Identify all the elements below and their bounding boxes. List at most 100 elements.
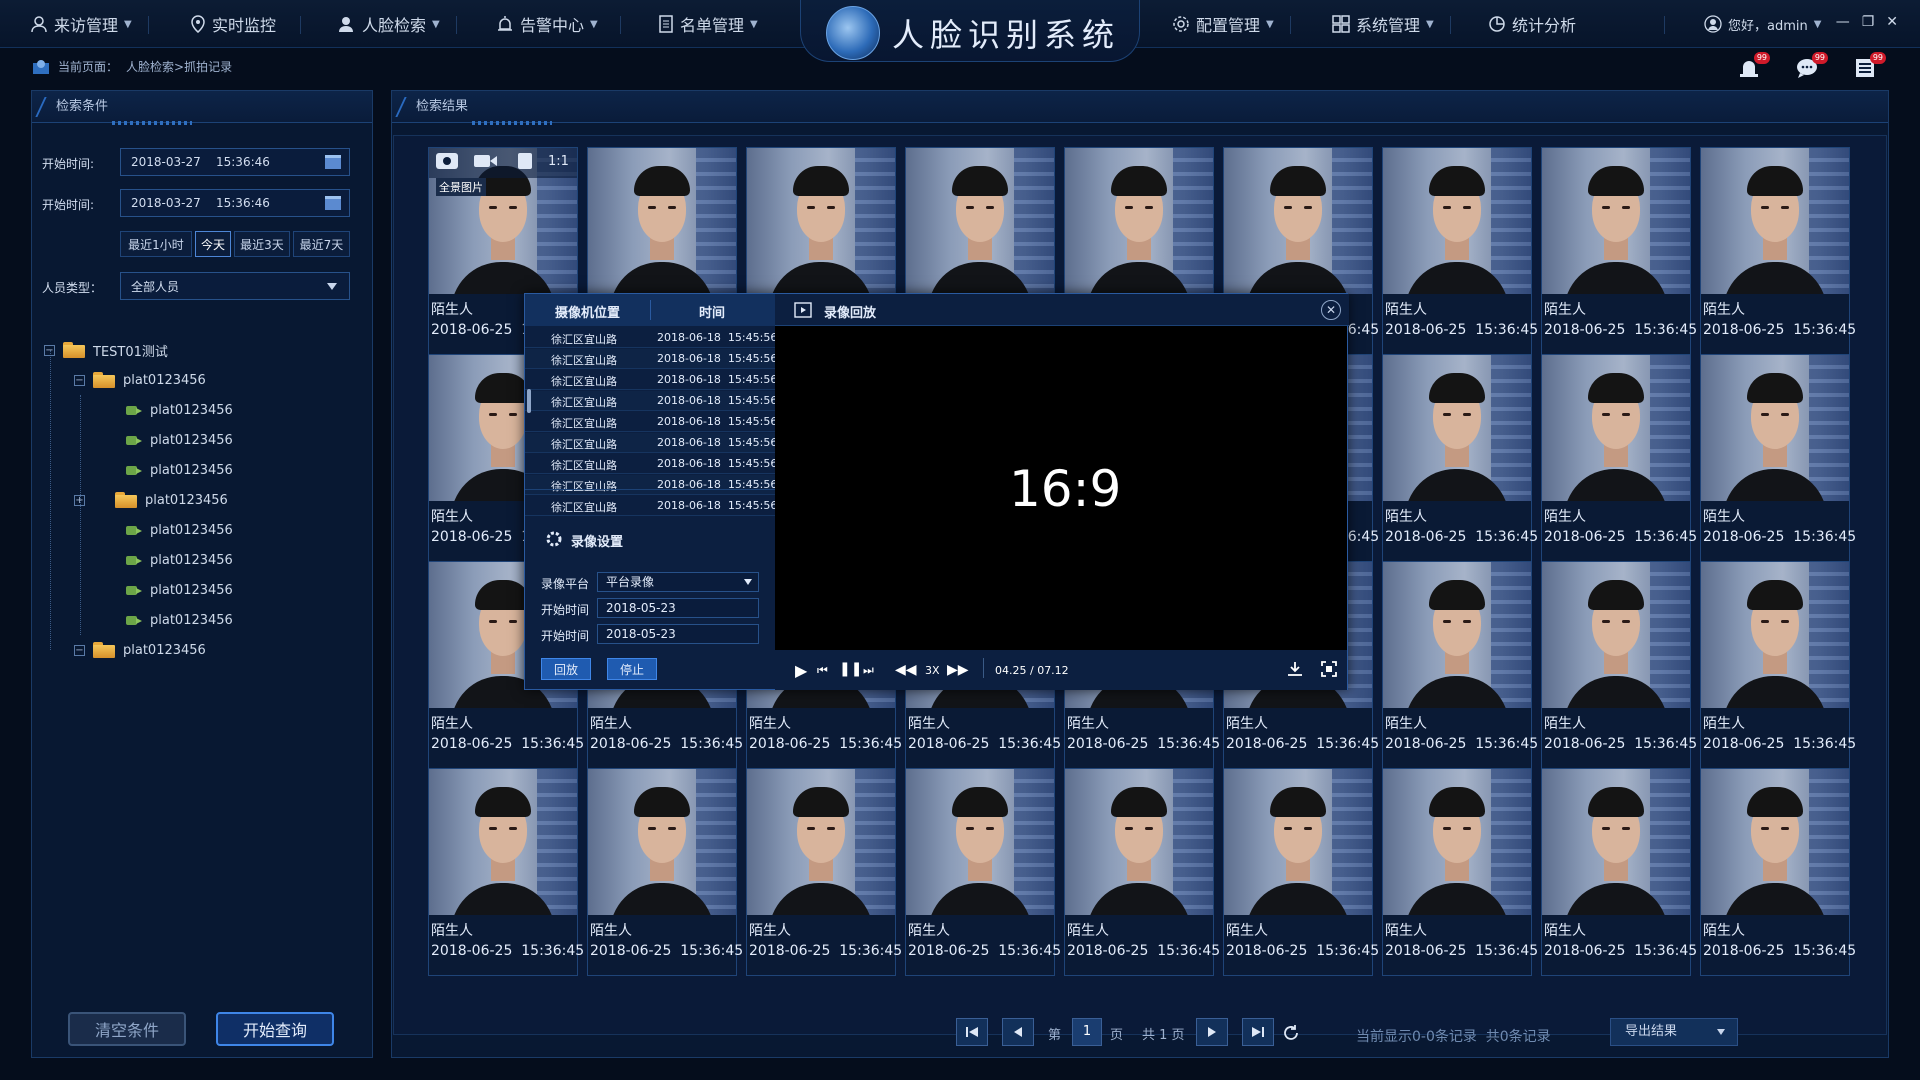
capture-card[interactable]: 陌生人 2018-06-25 15:36:45	[1382, 147, 1538, 355]
breadcrumb-path[interactable]: 人脸检索>抓拍记录	[126, 58, 232, 75]
face-photo[interactable]	[429, 769, 577, 915]
camera-record-row[interactable]: 徐汇区宜山路 2018-06-18 15:45:56	[525, 454, 777, 474]
start-time-input[interactable]: 2018-03-27 15:36:46	[120, 148, 350, 176]
nav-config-management[interactable]: 配置管理 ▼	[1172, 0, 1274, 48]
camera-record-row[interactable]: 徐汇区宜山路 2018-06-18 15:45:56	[525, 328, 777, 348]
restore-icon[interactable]: ❐	[1862, 14, 1875, 30]
camera-record-row[interactable]: 徐汇区宜山路 2018-06-18 15:45:56	[525, 475, 777, 495]
nav-face-search[interactable]: 人脸检索 ▼	[338, 0, 440, 48]
face-photo[interactable]	[1224, 769, 1372, 915]
face-photo[interactable]	[1701, 148, 1849, 294]
nav-system-management[interactable]: 系统管理 ▼	[1332, 0, 1434, 48]
tree-camera-node[interactable]: plat0123456	[126, 395, 233, 425]
capture-card[interactable]: 陌生人 2018-06-25 15:36:45	[1541, 147, 1697, 355]
collapse-toggle-icon[interactable]: −	[74, 644, 85, 656]
tree-camera-node[interactable]: plat0123456	[126, 455, 233, 485]
nav-alarm-center[interactable]: 告警中心 ▼	[496, 0, 598, 48]
capture-card[interactable]: 陌生人 2018-06-25 15:36:45	[1700, 561, 1856, 769]
collapse-toggle-icon[interactable]: −	[74, 374, 85, 386]
playback-button[interactable]: 回放	[541, 658, 591, 680]
capture-card[interactable]: 陌生人 2018-06-25 15:36:45	[1541, 561, 1697, 769]
face-photo[interactable]	[1701, 562, 1849, 708]
next-frame-icon[interactable]: ⏭	[863, 663, 874, 678]
face-photo[interactable]	[1542, 562, 1690, 708]
face-photo[interactable]	[747, 148, 895, 294]
face-photo[interactable]	[1383, 148, 1531, 294]
face-photo[interactable]	[1542, 769, 1690, 915]
message-button[interactable]: 99	[1794, 52, 1828, 84]
camera-record-row[interactable]: 徐汇区宜山路 2018-06-18 15:45:56	[525, 433, 777, 453]
capture-card[interactable]: 陌生人 2018-06-25 15:36:45	[905, 768, 1061, 976]
person-type-select[interactable]: 全部人员	[120, 272, 350, 300]
nav-list-management[interactable]: 名单管理 ▼	[658, 0, 758, 48]
tree-camera-node[interactable]: plat0123456	[126, 605, 233, 635]
face-photo[interactable]	[1383, 769, 1531, 915]
last-page-button[interactable]	[1242, 1018, 1274, 1046]
capture-card[interactable]: 陌生人 2018-06-25 15:36:45	[1541, 354, 1697, 562]
face-photo[interactable]	[588, 769, 736, 915]
camera-record-row[interactable]: 徐汇区宜山路 2018-06-18 15:45:56	[525, 370, 777, 390]
capture-card[interactable]: 陌生人 2018-06-25 15:36:45	[1700, 147, 1856, 355]
end-time-input[interactable]: 2018-03-27 15:36:46	[120, 189, 350, 217]
calendar-icon[interactable]	[325, 196, 341, 210]
first-page-button[interactable]	[956, 1018, 988, 1046]
camera-record-row[interactable]: 徐汇区宜山路 2018-06-18 15:45:56	[525, 349, 777, 369]
fast-forward-icon[interactable]: ▶▶	[947, 662, 969, 678]
close-icon[interactable]: ✕	[1886, 14, 1898, 30]
clipboard-icon[interactable]	[518, 153, 532, 169]
user-menu[interactable]: 您好，admin ▼	[1704, 0, 1821, 48]
capture-card[interactable]: 陌生人 2018-06-25 15:36:45	[1382, 768, 1538, 976]
quick-range-3-days[interactable]: 最近3天	[234, 231, 290, 257]
capture-card[interactable]: 陌生人 2018-06-25 15:36:45	[1223, 768, 1379, 976]
rewind-icon[interactable]: ◀◀	[895, 662, 917, 678]
tree-camera-node[interactable]: plat0123456	[126, 425, 233, 455]
fullscreen-icon[interactable]	[1321, 661, 1337, 677]
tree-folder-node[interactable]: − plat0123456	[74, 365, 206, 395]
capture-card[interactable]: 陌生人 2018-06-25 15:36:45	[746, 768, 902, 976]
tree-folder-node[interactable]: − plat0123456	[74, 635, 206, 665]
tree-folder-node[interactable]: + plat0123456	[74, 485, 228, 515]
camera-record-row[interactable]: 徐汇区宜山路 2018-06-18 15:45:56	[525, 496, 777, 516]
alarm-bell-button[interactable]: 99	[1736, 52, 1770, 84]
task-list-button[interactable]: 99	[1852, 52, 1886, 84]
record-start-input[interactable]: 2018-05-23	[597, 598, 759, 618]
face-photo[interactable]	[1224, 148, 1372, 294]
face-photo[interactable]	[1542, 355, 1690, 501]
playback-speed[interactable]: 3X	[925, 664, 940, 677]
nav-realtime-monitor[interactable]: 实时监控	[190, 0, 276, 48]
face-photo[interactable]	[1701, 769, 1849, 915]
tree-camera-node[interactable]: plat0123456	[126, 545, 233, 575]
play-icon[interactable]: ▶	[795, 661, 807, 680]
list-scrollbar-thumb[interactable]	[527, 389, 531, 413]
quick-range-7-days[interactable]: 最近7天	[293, 231, 350, 257]
capture-card[interactable]: 陌生人 2018-06-25 15:36:45	[1382, 561, 1538, 769]
refresh-icon[interactable]	[1282, 1024, 1300, 1042]
record-platform-select[interactable]: 平台录像	[597, 572, 759, 592]
capture-card[interactable]: 陌生人 2018-06-25 15:36:45	[1064, 768, 1220, 976]
stop-button[interactable]: 停止	[607, 658, 657, 680]
quick-range-1-hour[interactable]: 最近1小时	[120, 231, 192, 257]
full-image-icon[interactable]	[436, 153, 458, 169]
capture-card[interactable]: 陌生人 2018-06-25 15:36:45	[428, 768, 584, 976]
nav-visitor-management[interactable]: 来访管理 ▼	[30, 0, 132, 48]
capture-card[interactable]: 陌生人 2018-06-25 15:36:45	[1541, 768, 1697, 976]
previous-frame-icon[interactable]: ⏮	[817, 663, 828, 678]
collapse-toggle-icon[interactable]: −	[44, 344, 55, 356]
face-photo[interactable]	[1065, 769, 1213, 915]
capture-card[interactable]: 陌生人 2018-06-25 15:36:45	[1382, 354, 1538, 562]
tree-camera-node[interactable]: plat0123456	[126, 515, 233, 545]
video-icon[interactable]	[474, 155, 490, 167]
face-photo[interactable]	[906, 769, 1054, 915]
download-icon[interactable]	[1287, 661, 1303, 677]
capture-card[interactable]: 陌生人 2018-06-25 15:36:45	[1700, 768, 1856, 976]
camera-record-row[interactable]: 徐汇区宜山路 2018-06-18 15:45:56	[525, 412, 777, 432]
tree-root[interactable]: − TEST01测试	[44, 335, 168, 365]
quick-range-today[interactable]: 今天	[195, 231, 231, 257]
face-photo[interactable]	[1383, 355, 1531, 501]
expand-toggle-icon[interactable]: +	[74, 494, 85, 506]
close-dialog-button[interactable]: ✕	[1321, 300, 1341, 320]
face-photo[interactable]	[1065, 148, 1213, 294]
calendar-icon[interactable]	[325, 155, 341, 169]
previous-page-button[interactable]	[1002, 1018, 1034, 1046]
pause-icon[interactable]: ❚❚	[839, 661, 862, 677]
